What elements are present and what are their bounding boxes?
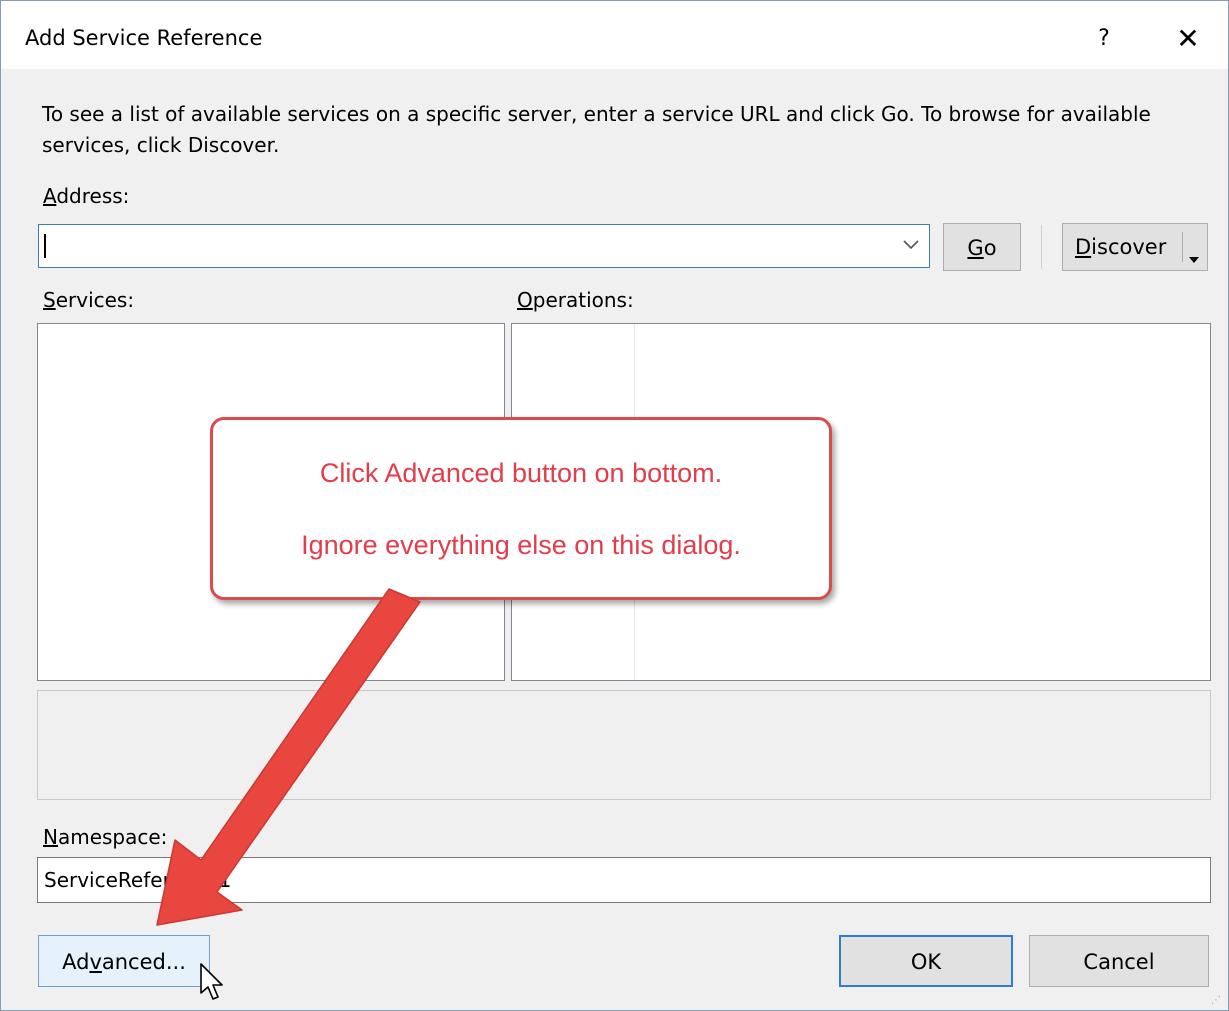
help-icon: ? (1098, 26, 1110, 51)
mouse-cursor-icon (200, 963, 223, 1000)
chevron-down-icon (903, 240, 919, 250)
address-combobox[interactable] (38, 224, 930, 268)
address-dropdown-button[interactable] (895, 225, 929, 267)
namespace-label: Namespace: (43, 825, 168, 849)
toolbar-separator (1041, 225, 1042, 269)
close-icon: ✕ (1176, 22, 1200, 55)
discover-dropdown-arrow-icon[interactable] (1189, 244, 1199, 268)
go-button[interactable]: Go (943, 223, 1021, 271)
help-button[interactable]: ? (1081, 19, 1127, 59)
callout-line-1: Click Advanced button on bottom. (319, 458, 723, 488)
ok-button[interactable]: OK (839, 935, 1013, 987)
address-label: Address: (43, 184, 130, 208)
annotation-callout: Click Advanced button on bottom. Ignore … (210, 417, 832, 600)
discover-split-divider (1182, 232, 1183, 262)
services-label: Services: (43, 288, 135, 312)
discover-label: Discover (1075, 235, 1167, 259)
dialog-title: Add Service Reference (25, 26, 263, 50)
cancel-button[interactable]: Cancel (1029, 935, 1209, 987)
namespace-input[interactable]: ServiceReference1 (37, 857, 1211, 903)
text-caret (44, 234, 46, 258)
callout-line-2: Ignore everything else on this dialog. (301, 530, 741, 560)
status-description-area (37, 690, 1211, 800)
title-bar: Add Service Reference ? ✕ (1, 1, 1228, 69)
close-button[interactable]: ✕ (1165, 19, 1211, 59)
resize-grip-icon[interactable]: ⋰ (1211, 995, 1222, 1006)
advanced-button[interactable]: Advanced... (38, 935, 210, 987)
instructions-text: To see a list of available services on a… (42, 102, 1151, 157)
discover-button[interactable]: Discover (1062, 223, 1208, 271)
operations-label: Operations: (517, 288, 634, 312)
